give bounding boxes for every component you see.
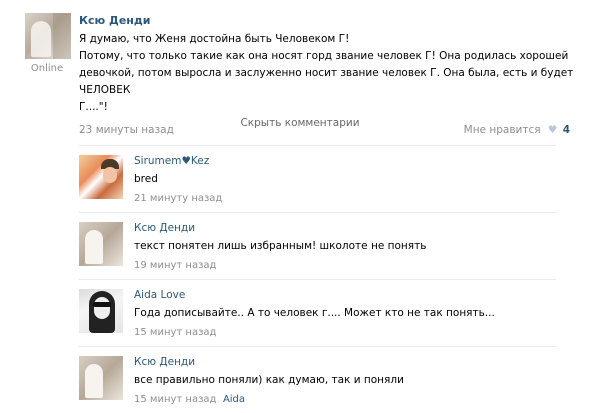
comment-body: Sirumem♥Kez bred 21 минуту назад: [134, 155, 556, 204]
comments-list: Sirumem♥Kez bred 21 минуту назад Ксю Ден…: [79, 145, 556, 413]
avatar-figure: [31, 21, 51, 57]
comment-item: Ксю Денди текст понятен лишь избранным! …: [79, 212, 556, 279]
comment-author-link[interactable]: Ксю Денди: [134, 222, 556, 234]
comment-author-link[interactable]: Sirumem♥Kez: [134, 155, 556, 167]
comment-text: bred: [134, 173, 158, 185]
comment-item: Ксю Денди все правильно поняли) как дума…: [79, 346, 556, 413]
online-status: Online: [30, 63, 64, 74]
comment-author-link[interactable]: Ксю Денди: [134, 356, 556, 368]
comment-time[interactable]: 19 минут назад: [134, 260, 216, 271]
comment-avatar[interactable]: [79, 222, 123, 266]
comment-text: текст понятен лишь избранным! школоте не…: [134, 240, 427, 252]
comment-text: Года дописывайте.. А то человек г.... Мо…: [134, 307, 495, 319]
comment-body: Ксю Денди все правильно поняли) как дума…: [134, 356, 556, 405]
comment-avatar[interactable]: [79, 155, 123, 199]
comment-author-link[interactable]: Aida Love: [134, 289, 556, 301]
avatar-face: [94, 297, 110, 319]
comment-avatar[interactable]: [79, 356, 123, 400]
comment-item: Aida Love Года дописывайте.. А то челове…: [79, 279, 556, 346]
hide-comments-link[interactable]: Скрыть комментарии: [0, 117, 600, 129]
post-text-line: Я думаю, что Женя достойна быть Человеко…: [79, 33, 350, 45]
comment-time[interactable]: 15 минут назад: [134, 394, 216, 405]
post-text-line: девочкой, потом выросла и заслуженно нос…: [79, 67, 574, 96]
comment-text: все правильно поняли) как думаю, так и п…: [134, 374, 404, 386]
avatar-face: [103, 167, 117, 183]
post-text-line: Г...."!: [79, 101, 108, 113]
comment-avatar[interactable]: [79, 289, 123, 333]
comment-time[interactable]: 15 минут назад: [134, 327, 216, 338]
post-author-link[interactable]: Ксю Денди: [79, 14, 579, 27]
comment-reply-to-link[interactable]: Aida: [223, 394, 245, 405]
comment-body: Aida Love Года дописывайте.. А то челове…: [134, 289, 556, 338]
post-text: Я думаю, что Женя достойна быть Человеко…: [79, 31, 579, 116]
post-author-avatar[interactable]: [25, 13, 71, 59]
comment-body: Ксю Денди текст понятен лишь избранным! …: [134, 222, 556, 271]
comment-item: Sirumem♥Kez bred 21 минуту назад: [79, 145, 556, 212]
post-text-line: Потому, что только такие как она носят г…: [79, 50, 569, 62]
avatar-figure: [85, 364, 103, 398]
avatar-figure: [85, 230, 103, 264]
avatar-shade: [53, 13, 71, 59]
avatar-glasses: [93, 302, 111, 307]
comment-time[interactable]: 21 минуту назад: [134, 193, 222, 204]
